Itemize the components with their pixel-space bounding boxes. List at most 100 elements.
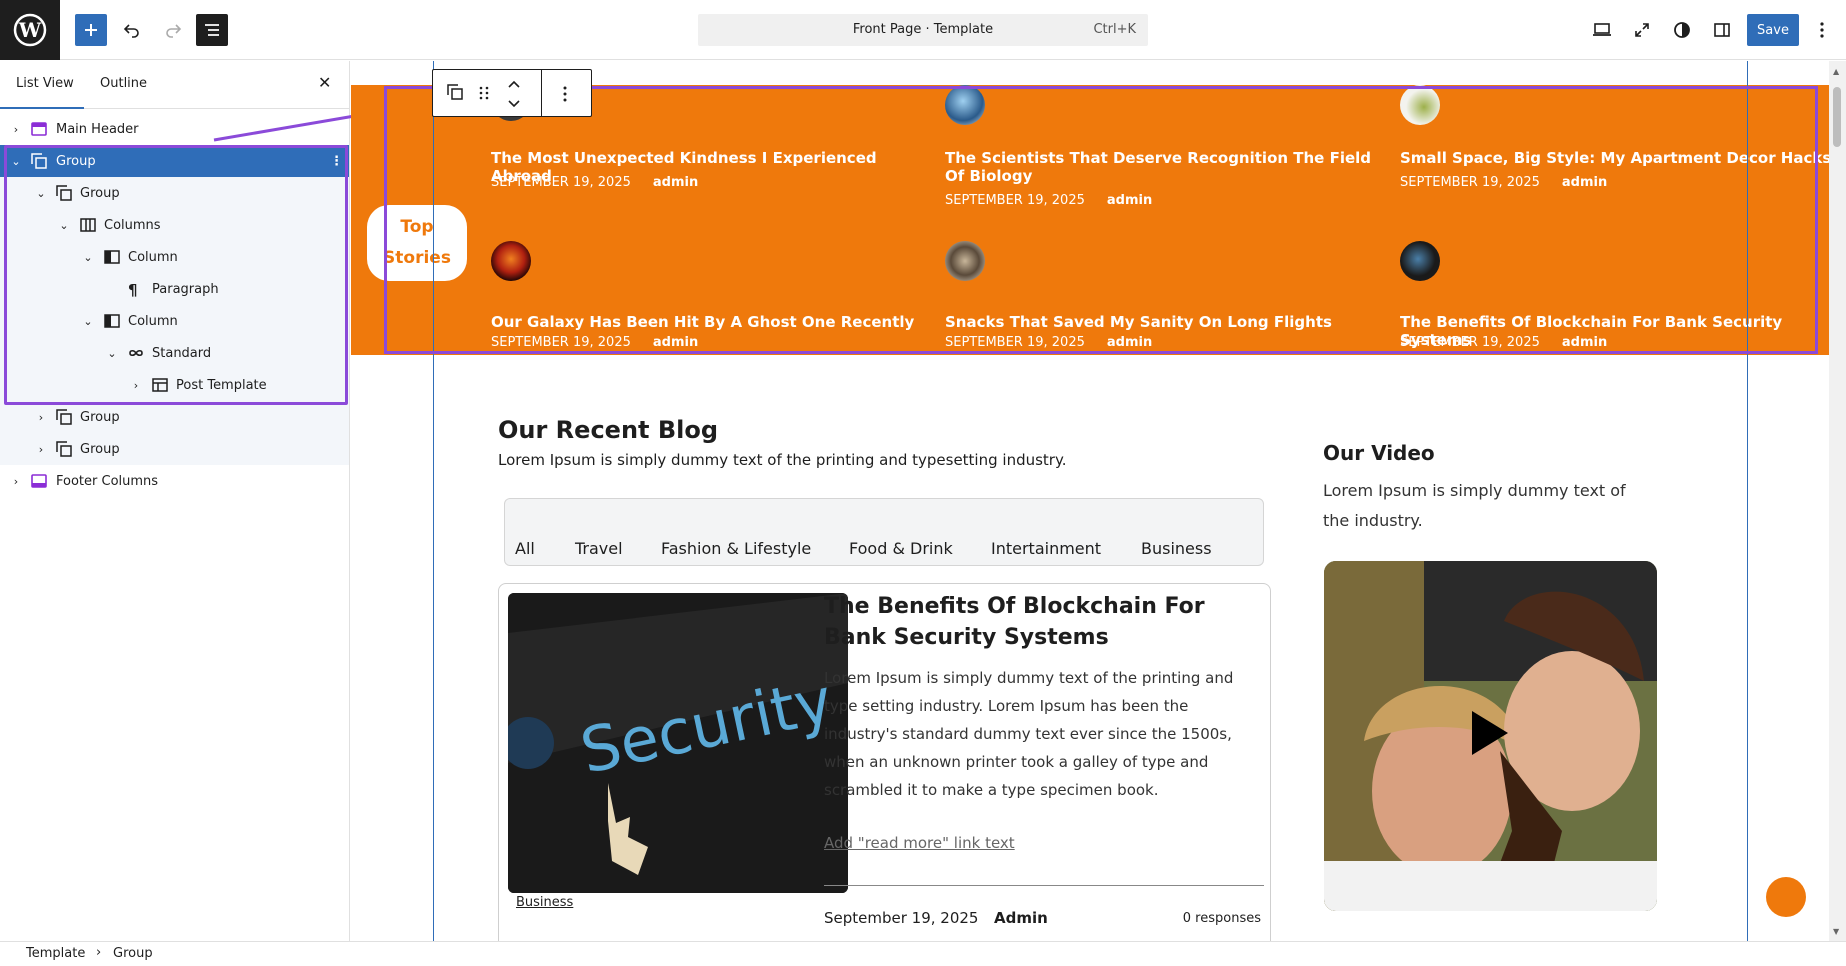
filter-tab-business[interactable]: Business (1141, 539, 1212, 558)
chevron-down-icon[interactable]: ⌄ (58, 219, 70, 232)
chevron-down-icon[interactable]: ⌄ (10, 155, 22, 168)
close-icon[interactable]: ✕ (318, 73, 331, 92)
redo-button[interactable] (157, 14, 189, 46)
read-more-link[interactable]: Add "read more" link text (824, 834, 1015, 852)
story-meta: SEPTEMBER 19, 2025 admin (1400, 175, 1607, 190)
tree-item-column[interactable]: ⌄ Column (0, 241, 349, 273)
tab-outline[interactable]: Outline (100, 76, 147, 91)
document-overview-button[interactable] (196, 14, 228, 46)
filter-tab-travel[interactable]: Travel (575, 539, 623, 558)
top-stories-label-line2: Stories (383, 248, 451, 268)
block-inserter-button[interactable] (75, 14, 107, 46)
recent-blog-heading[interactable]: Our Recent Blog (498, 416, 718, 444)
filter-tab-fashion[interactable]: Fashion & Lifestyle (661, 539, 811, 558)
undo-button[interactable] (116, 14, 148, 46)
our-video-text[interactable]: Lorem Ipsum is simply dummy text of the … (1323, 476, 1653, 536)
tree-item-footer-columns[interactable]: › Footer Columns (0, 465, 349, 497)
top-stories-label-line1: Top (400, 217, 434, 237)
story-author[interactable]: admin (1562, 175, 1607, 190)
chevron-right-icon[interactable]: › (130, 379, 142, 392)
chevron-down-icon[interactable]: ⌄ (82, 315, 94, 328)
story-title[interactable]: Snacks That Saved My Sanity On Long Flig… (945, 313, 1385, 331)
breadcrumb-item-template[interactable]: Template (26, 946, 85, 961)
shortcut-hint: Ctrl+K (1093, 22, 1136, 37)
chevron-right-icon[interactable]: › (10, 475, 22, 488)
tree-item-label: Group (80, 441, 120, 457)
drag-handle-icon[interactable] (479, 86, 489, 100)
command-palette-bar[interactable]: Front Page · Template Ctrl+K (698, 14, 1148, 46)
story-date: SEPTEMBER 19, 2025 (1400, 335, 1540, 350)
save-button[interactable]: Save (1747, 14, 1799, 46)
scrollbar-thumb[interactable] (1833, 87, 1841, 147)
chevron-down-icon[interactable]: ⌄ (106, 347, 118, 360)
tree-item-column[interactable]: ⌄ Column (0, 305, 349, 337)
tree-item-label: Footer Columns (56, 473, 159, 489)
story-title[interactable]: The Scientists That Deserve Recognition … (945, 149, 1385, 185)
story-date: SEPTEMBER 19, 2025 (491, 175, 631, 190)
tree-item-label: Post Template (176, 377, 267, 393)
post-author[interactable]: Admin (994, 909, 1048, 927)
tree-item-group[interactable]: › Group (0, 401, 349, 433)
settings-sidebar-button[interactable] (1706, 14, 1738, 46)
tree-item-label: Paragraph (152, 281, 219, 297)
recent-blog-intro[interactable]: Lorem Ipsum is simply dummy text of the … (498, 451, 1066, 469)
filter-tab-all[interactable]: All (515, 539, 535, 558)
scroll-down-icon[interactable]: ▼ (1833, 927, 1839, 936)
tree-item-group[interactable]: › Group (0, 433, 349, 465)
story-author[interactable]: admin (1107, 335, 1152, 350)
more-vertical-icon[interactable] (563, 86, 567, 102)
story-author[interactable]: admin (1562, 335, 1607, 350)
chevron-right-icon[interactable]: › (35, 443, 47, 456)
group-icon (56, 441, 72, 457)
category-link[interactable]: Business (516, 895, 573, 910)
story-title[interactable]: Small Space, Big Style: My Apartment Dec… (1400, 149, 1829, 167)
redo-icon (166, 24, 182, 38)
story-meta: SEPTEMBER 19, 2025 admin (945, 335, 1152, 350)
canvas-scrollbar[interactable]: ▲ ▼ (1829, 61, 1846, 941)
video-thumbnail[interactable] (1324, 561, 1657, 911)
scroll-up-icon[interactable]: ▲ (1833, 67, 1839, 76)
story-author[interactable]: admin (653, 335, 698, 350)
tree-item-post-template[interactable]: › Post Template (0, 369, 349, 401)
tree-item-group-selected[interactable]: ⌄ Group ⋮ (0, 145, 349, 177)
filter-tab-food[interactable]: Food & Drink (849, 539, 953, 558)
security-image[interactable]: Security (508, 593, 848, 893)
tab-list-view[interactable]: List View (16, 76, 74, 91)
document-title: Front Page · Template (852, 22, 994, 37)
tree-item-group[interactable]: ⌄ Group (0, 177, 349, 209)
story-author[interactable]: admin (653, 175, 698, 190)
filter-tab-intertainment[interactable]: Intertainment (991, 539, 1101, 558)
zoom-out-button[interactable] (1626, 14, 1658, 46)
chevron-down-icon[interactable]: ⌄ (35, 187, 47, 200)
options-menu-button[interactable] (1806, 14, 1838, 46)
template-part-icon (31, 474, 47, 488)
blog-card-title[interactable]: The Benefits Of Blockchain For Bank Secu… (824, 591, 1244, 653)
post-responses[interactable]: 0 responses (1181, 911, 1261, 926)
group-icon[interactable] (447, 84, 463, 100)
story-title[interactable]: Our Galaxy Has Been Hit By A Ghost One R… (491, 313, 931, 331)
move-up-down-icon[interactable] (507, 78, 521, 110)
scroll-top-button[interactable] (1766, 877, 1806, 917)
top-stories-section[interactable]: Top Stories The Most Unexpected Kindness… (351, 81, 1829, 355)
wordpress-logo-icon[interactable]: W (0, 0, 60, 60)
styles-button[interactable] (1666, 14, 1698, 46)
tree-item-paragraph[interactable]: ¶ Paragraph (0, 273, 349, 305)
our-video-heading[interactable]: Our Video (1323, 441, 1435, 465)
device-preview-button[interactable] (1586, 14, 1618, 46)
breadcrumb-item-group[interactable]: Group (113, 946, 153, 961)
tree-item-label: Group (80, 185, 120, 201)
story-date: SEPTEMBER 19, 2025 (945, 335, 1085, 350)
story-author[interactable]: admin (1107, 193, 1152, 208)
story-meta: SEPTEMBER 19, 2025 admin (491, 335, 698, 350)
chevron-right-icon[interactable]: › (10, 123, 22, 136)
template-part-icon (31, 122, 47, 136)
layout-icon (152, 378, 168, 392)
chevron-right-icon[interactable]: › (35, 411, 47, 424)
svg-text:W: W (18, 18, 42, 42)
block-options-icon[interactable]: ⋮ (330, 154, 343, 169)
tree-item-columns[interactable]: ⌄ Columns (0, 209, 349, 241)
sidebar-tabs: List View Outline ✕ (0, 61, 349, 109)
tree-item-standard[interactable]: ⌄ Standard (0, 337, 349, 369)
chevron-down-icon[interactable]: ⌄ (82, 251, 94, 264)
story-date: SEPTEMBER 19, 2025 (945, 193, 1085, 208)
